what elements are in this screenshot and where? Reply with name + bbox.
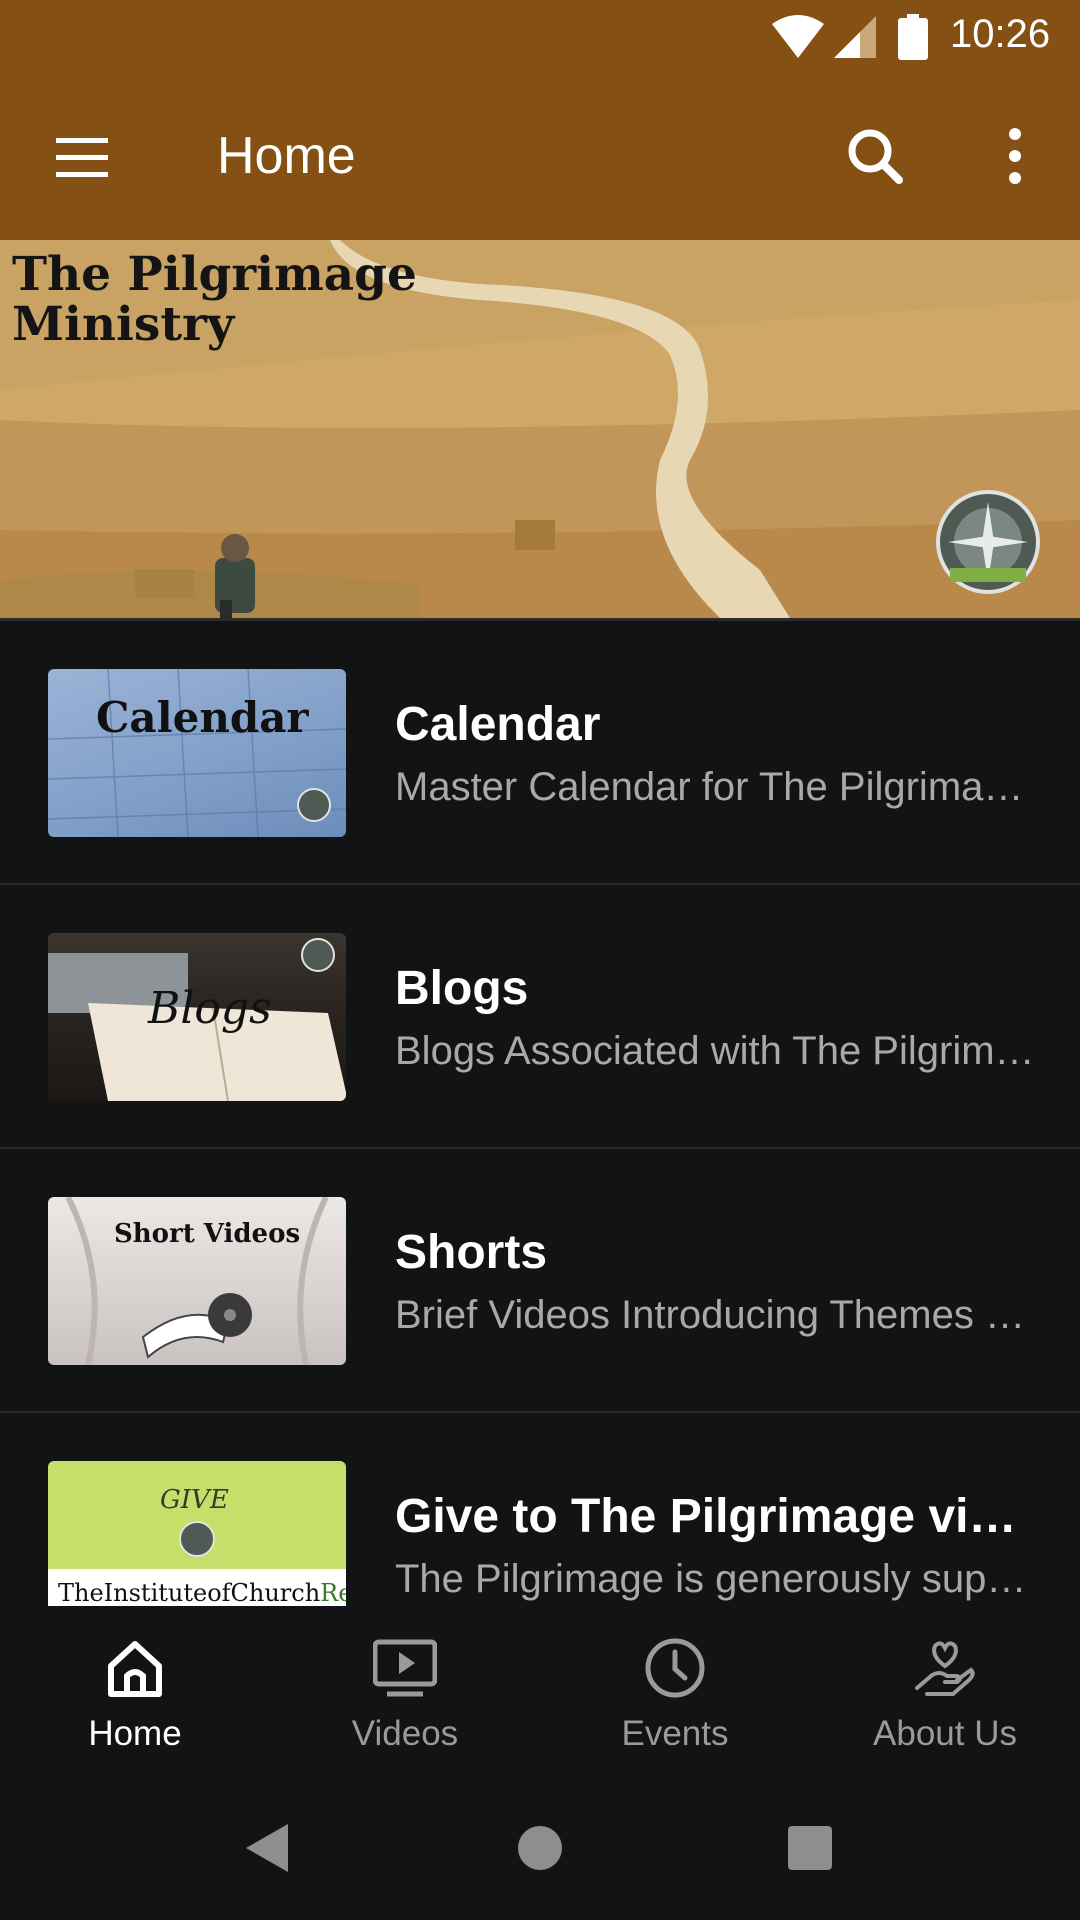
nav-tab-about-us[interactable]: About Us: [810, 1606, 1080, 1776]
list-item-subtitle: The Pilgrimage is generously supported: [395, 1557, 1035, 1601]
videos-icon: [373, 1639, 437, 1697]
list-item-subtitle: Blogs Associated with The Pilgrimage: [395, 1029, 1035, 1073]
wifi-icon: [772, 15, 824, 58]
app-bar: Home: [0, 78, 1080, 240]
list-item-give[interactable]: GIVE TheInstituteofChurchRenewal Give to…: [0, 1413, 1080, 1606]
hero-banner[interactable]: The Pilgrimage Ministry: [0, 240, 1080, 618]
nav-label: Videos: [351, 1714, 459, 1753]
blogs-thumb-label: Blogs: [148, 983, 272, 1034]
list-item-subtitle: Master Calendar for The Pilgrimage Minis…: [395, 765, 1035, 809]
give-thumbnail: GIVE TheInstituteofChurchRenewal: [48, 1461, 346, 1606]
list-item-shorts[interactable]: Short Videos Shorts Brief Videos Introdu…: [0, 1149, 1080, 1413]
nav-label: About Us: [873, 1714, 1017, 1753]
blogs-thumbnail: Blogs: [48, 933, 346, 1101]
list-item-title: Blogs: [395, 962, 529, 1015]
search-icon[interactable]: [845, 126, 905, 186]
clock-icon: [645, 1638, 705, 1698]
hero-title: The Pilgrimage Ministry: [12, 247, 417, 352]
nav-tab-home[interactable]: Home: [0, 1606, 270, 1776]
recents-icon[interactable]: [778, 1816, 842, 1880]
more-vert-icon[interactable]: [1000, 126, 1030, 186]
calendar-thumbnail: Calendar: [48, 669, 346, 837]
nav-label: Home: [88, 1714, 182, 1753]
cell-signal-icon: [834, 16, 876, 58]
list-item-subtitle: Brief Videos Introducing Themes of The P…: [395, 1293, 1035, 1337]
nav-tab-videos[interactable]: Videos: [270, 1606, 540, 1776]
page-title: Home: [217, 127, 356, 185]
home-circle-icon[interactable]: [508, 1816, 572, 1880]
calendar-thumb-label: Calendar: [96, 693, 309, 742]
menu-icon[interactable]: [52, 128, 112, 188]
system-navigation-bar: [0, 1776, 1080, 1920]
give-thumb-org: TheInstituteofChurchRenewal: [58, 1579, 346, 1606]
list-item-title: Shorts: [395, 1226, 548, 1279]
battery-icon: [898, 14, 928, 60]
nav-label: Events: [621, 1714, 729, 1753]
home-icon: [108, 1641, 162, 1697]
list-item-title: Calendar: [395, 698, 601, 751]
shorts-thumbnail: Short Videos: [48, 1197, 346, 1365]
list-item-blogs[interactable]: Blogs Blogs Blogs Associated with The Pi…: [0, 885, 1080, 1149]
shorts-thumb-label: Short Videos: [114, 1219, 301, 1249]
status-time: 10:26: [950, 12, 1051, 56]
heart-hand-icon: [915, 1641, 975, 1696]
ministry-seal-logo: [936, 490, 1040, 594]
nav-tab-events[interactable]: Events: [540, 1606, 810, 1776]
back-icon[interactable]: [236, 1816, 300, 1880]
list-item-calendar[interactable]: Calendar Calendar Master Calendar for Th…: [0, 621, 1080, 885]
bottom-navigation: Home Videos Events About Us: [0, 1606, 1080, 1776]
list-item-title: Give to The Pilgrimage via The Institute…: [395, 1490, 1035, 1543]
status-bar: 10:26: [0, 0, 1080, 78]
content-list: Calendar Calendar Master Calendar for Th…: [0, 621, 1080, 1606]
